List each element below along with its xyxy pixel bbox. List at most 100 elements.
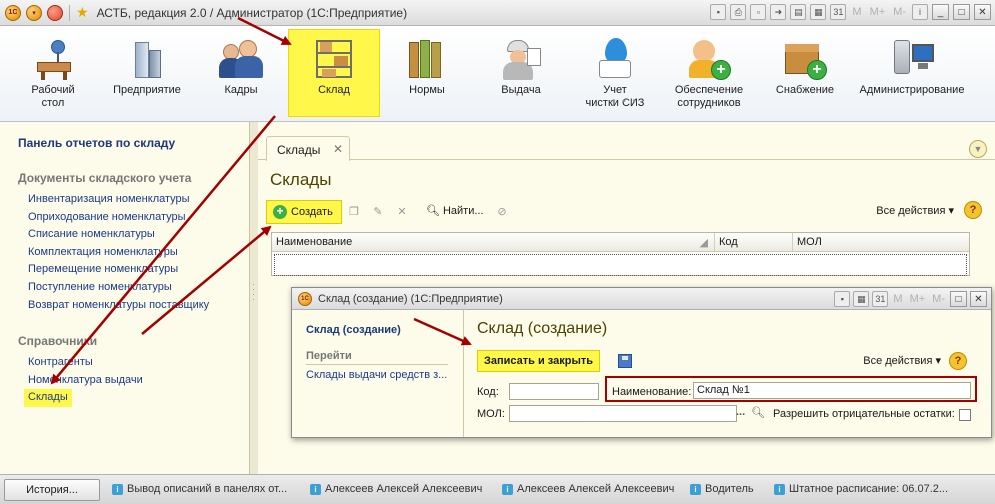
titlebar-tools: ▪ ⎙ ▫ ➜ ▤ ▦ 31 M M+ M- i _ □ ✕ [710,4,991,20]
cancel-search-icon[interactable]: ⊘ [494,204,510,220]
nav-link[interactable]: Контрагенты [18,354,249,372]
memory-mplus-label[interactable]: M+ [868,6,888,18]
sections-more-dots[interactable]: • • • [612,96,638,107]
section-predpriyatie[interactable]: Предприятие [102,30,192,116]
memory-m-label[interactable]: M [850,6,863,18]
section-label: Рабочий стол [31,84,75,109]
name-field[interactable]: Склад №1 [693,382,971,399]
nav-link[interactable]: Перемещение номенклатуры [18,261,249,279]
calendar-icon[interactable]: 31 [830,4,847,20]
negative-balance-checkbox[interactable] [959,409,971,421]
section-label: Предприятие [113,84,181,96]
warehouses-table[interactable]: Наименование ◢ Код МОЛ [271,232,970,276]
help-icon[interactable]: ? [964,201,982,219]
create-button[interactable]: + Создать [266,200,342,224]
memory-mplus-label[interactable]: M+ [908,293,928,305]
section-label: Администрирование [859,84,965,96]
history-button[interactable]: История... [4,479,100,501]
panel-splitter[interactable]: · · · · [250,122,258,474]
section-sklad[interactable]: Склад [288,29,380,117]
maximize-button[interactable]: □ [953,4,970,20]
memory-mminus-label[interactable]: M- [891,6,908,18]
mol-label: МОЛ: [477,408,505,420]
floppy-save-icon[interactable] [618,354,632,368]
copy-icon[interactable]: ❐ [346,204,362,220]
save-icon[interactable]: ▪ [834,291,851,307]
memory-mminus-label[interactable]: M- [930,293,947,305]
nav-link[interactable]: Комплектация номенклатуры [18,244,249,262]
maximize-button[interactable]: □ [950,291,967,307]
column-header-code[interactable]: Код [715,233,793,251]
section-label: Нормы [409,84,445,96]
dialog-nav-link[interactable]: Склады выдачи средств з... [306,369,463,381]
panel-title-link[interactable]: Панель отчетов по складу [18,136,249,150]
edit-icon[interactable]: ✎ [370,204,386,220]
dialog-heading: Склад (создание) [477,320,608,337]
close-button[interactable]: ✕ [974,4,991,20]
calculator-icon[interactable]: ▦ [853,291,870,307]
status-item[interactable]: i Штатное расписание: 06.07.2... [774,483,948,495]
memory-m-label[interactable]: M [891,293,904,305]
minimize-button[interactable]: _ [932,4,949,20]
group-title: Документы складского учета [18,171,192,185]
section-rabochiy-stol[interactable]: Рабочий стол [8,30,98,116]
section-snabzhenie[interactable]: + Снабжение [760,30,850,116]
negative-balance-label: Разрешить отрицательные остатки: [773,408,955,420]
all-actions-menu[interactable]: Все действия ▾ [876,204,954,217]
status-item[interactable]: i Алексеев Алексей Алексеевич [502,483,674,495]
app-logo-icon[interactable]: 1С [5,4,21,21]
section-kadry[interactable]: Кадры [196,30,286,116]
column-header-name[interactable]: Наименование ◢ [272,233,715,251]
nav-link[interactable]: Оприходование номенклатуры [18,209,249,227]
desk-icon [29,36,77,80]
tab-sklady[interactable]: Склады ✕ [266,136,350,161]
info-icon: i [690,483,701,495]
choose-ellipsis-button[interactable]: ... [736,406,745,418]
info-icon: i [112,483,123,495]
section-administrirovanie[interactable]: Администрирование [852,30,972,116]
dialog-title-tools: ▪ ▦ 31 M M+ M- □ ✕ [834,291,987,307]
save-and-close-button[interactable]: Записать и закрыть [477,350,601,372]
section-normy[interactable]: Нормы [382,30,472,116]
preview-icon[interactable]: ▫ [750,4,767,20]
info-icon: i [774,483,785,495]
dialog-title: Склад (создание) (1С:Предприятие) [318,292,503,305]
save-icon[interactable]: ▪ [710,4,727,20]
status-item[interactable]: i Вывод описаний в панелях от... [112,483,287,495]
close-tab-icon[interactable]: ✕ [333,142,343,156]
calendar-icon[interactable]: 31 [872,291,889,307]
favorites-star-icon[interactable]: ★ [76,4,89,21]
nav-link[interactable]: Списание номенклатуры [18,226,249,244]
column-header-mol[interactable]: МОЛ [793,233,969,251]
nav-link[interactable]: Инвентаризация номенклатуры [18,191,249,209]
all-actions-menu[interactable]: Все действия ▾ [863,354,941,367]
nav-link[interactable]: Номенклатура выдачи [18,372,249,390]
info-icon[interactable]: i [912,4,928,20]
dialog-nav-panel: Склад (создание) Перейти Склады выдачи с… [292,310,464,437]
status-item[interactable]: i Водитель [690,483,754,495]
mol-field[interactable] [509,405,737,422]
calculator-icon[interactable]: ▦ [810,4,827,20]
print-icon[interactable]: ⎙ [730,4,747,20]
code-field[interactable] [509,383,599,400]
close-app-icon[interactable] [47,4,63,21]
chevron-down-icon[interactable]: ▼ [969,140,987,158]
nav-link[interactable]: Возврат номенклатуры поставщику [18,297,249,315]
nav-link-sklady[interactable]: Склады [24,389,72,407]
close-button[interactable]: ✕ [970,291,987,307]
find-button[interactable]: 🔍︎ Найти... [426,204,484,218]
help-icon[interactable]: ? [949,352,967,370]
delete-icon[interactable]: ✕ [394,204,410,220]
main-menu-icon[interactable]: ▾ [26,4,42,21]
forward-icon[interactable]: ➜ [770,4,787,20]
status-item[interactable]: i Алексеев Алексей Алексеевич [310,483,482,495]
dialog-nav-title[interactable]: Склад (создание) [306,324,463,336]
nav-link[interactable]: Поступление номенклатуры [18,279,249,297]
section-obespechenie[interactable]: + Обеспечение сотрудников [664,30,754,116]
group-title: Справочники [18,334,98,349]
search-icon[interactable]: 🔍︎ [751,406,765,419]
table-row[interactable] [274,254,967,276]
section-vydacha[interactable]: Выдача [476,30,566,116]
page-icon[interactable]: ▤ [790,4,807,20]
warehouse-shelf-icon [310,36,358,80]
